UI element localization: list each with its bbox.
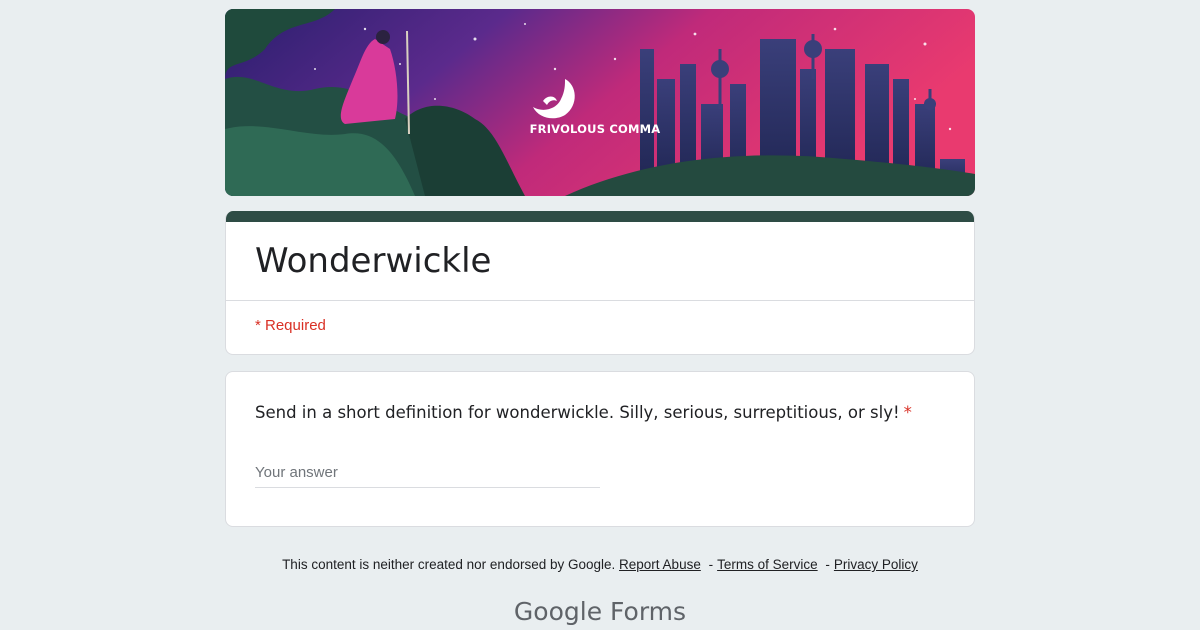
answer-input[interactable]: Your answer <box>255 464 600 488</box>
report-abuse-link[interactable]: Report Abuse <box>619 557 701 572</box>
moon-icon <box>533 79 575 119</box>
question-title: Send in a short definition for wonderwic… <box>255 402 945 424</box>
terms-of-service-link[interactable]: Terms of Service <box>717 557 818 572</box>
disclaimer-text: This content is neither created nor endo… <box>282 557 616 572</box>
footer-disclaimer: This content is neither created nor endo… <box>0 557 1200 572</box>
question-label: Send in a short definition for wonderwic… <box>255 403 900 422</box>
google-forms-logo[interactable]: Google Forms <box>0 597 1200 626</box>
form-container: FRIVOLOUS COMMA Wonderwickle * Required … <box>225 9 975 527</box>
header-banner: FRIVOLOUS COMMA <box>225 9 975 196</box>
brand-logo <box>525 75 675 121</box>
title-card: Wonderwickle * Required <box>225 211 975 355</box>
forms-wordmark: Forms <box>610 597 687 626</box>
required-asterisk: * <box>903 403 912 422</box>
form-title: Wonderwickle <box>255 241 492 281</box>
brand-name: FRIVOLOUS COMMA <box>529 122 661 136</box>
privacy-policy-link[interactable]: Privacy Policy <box>834 557 918 572</box>
question-card: Send in a short definition for wonderwic… <box>225 371 975 527</box>
title-accent-bar <box>226 211 974 222</box>
required-note: * Required <box>255 317 326 334</box>
separator: - <box>825 557 830 572</box>
google-wordmark: Google <box>513 597 603 626</box>
separator: - <box>708 557 714 572</box>
